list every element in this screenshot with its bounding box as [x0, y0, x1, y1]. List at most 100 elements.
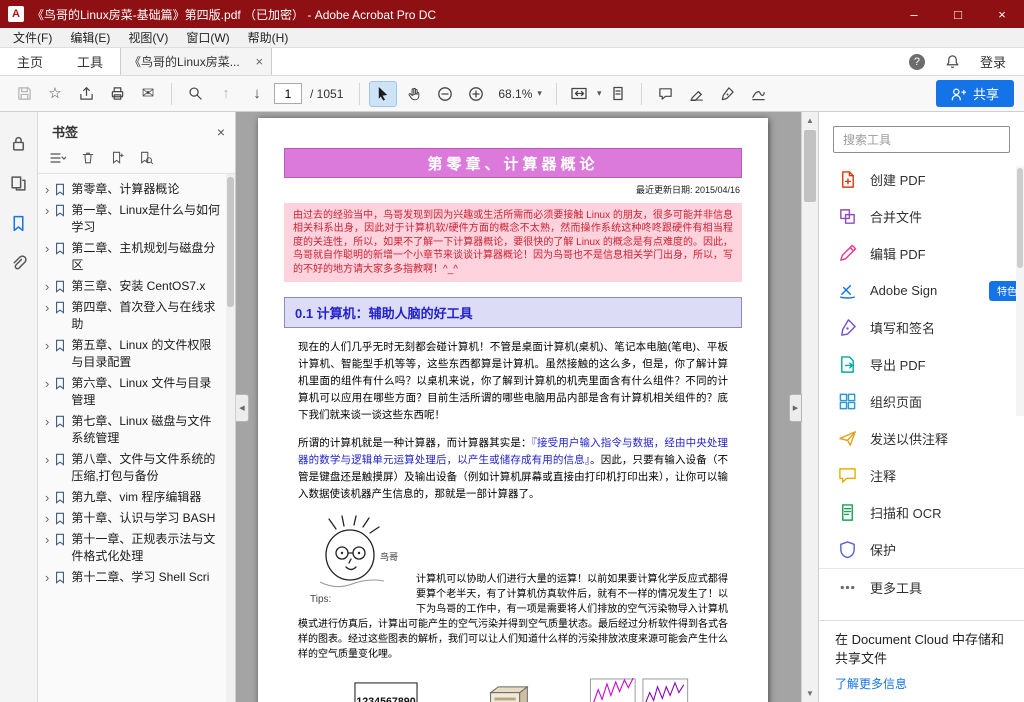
toolbar-separator: [556, 83, 557, 105]
page-thumbnails-icon[interactable]: [9, 173, 29, 193]
bookmark-item[interactable]: › 第一章、Linux是什么与如何学习: [38, 200, 225, 238]
scrollbar-thumb[interactable]: [1017, 168, 1023, 268]
tool-scan-ocr[interactable]: 扫描和 OCR: [819, 494, 1024, 531]
security-lock-icon[interactable]: [9, 133, 29, 153]
attachments-paperclip-icon[interactable]: [9, 253, 29, 273]
bookmark-item[interactable]: › 第八章、文件与文件系统的压缩,打包与备份: [38, 449, 225, 487]
bookmark-label: 第七章、Linux 磁盘与文件系统管理: [71, 413, 221, 447]
bookmark-item[interactable]: › 第九章、vim 程序编辑器: [38, 487, 225, 508]
hand-tool-icon[interactable]: [400, 81, 428, 107]
tool-send-for-comments[interactable]: 发送以供注释: [819, 420, 1024, 457]
previous-page-icon[interactable]: ↑: [212, 81, 240, 107]
scroll-down-arrow-icon[interactable]: ▼: [802, 686, 818, 701]
scrollbar-thumb[interactable]: [804, 130, 816, 202]
bookmark-item[interactable]: › 第十二章、学习 Shell Scri: [38, 567, 225, 588]
bookmark-item[interactable]: › 第四章、首次登入与在线求助: [38, 297, 225, 335]
single-page-view-icon[interactable]: [604, 81, 632, 107]
tab-tools[interactable]: 工具: [60, 48, 120, 75]
chevron-expand-icon[interactable]: ›: [45, 299, 49, 316]
scrollbar-thumb[interactable]: [227, 177, 234, 307]
bookmark-item[interactable]: › 第三章、安装 CentOS7.x: [38, 276, 225, 297]
chevron-expand-icon[interactable]: ›: [45, 413, 49, 430]
help-icon[interactable]: ?: [909, 54, 925, 70]
menu-edit[interactable]: 编辑(E): [61, 29, 119, 46]
tool-adobe-sign[interactable]: Adobe Sign 特色: [819, 272, 1024, 309]
bookmarks-scrollbar[interactable]: [226, 174, 235, 702]
bookmarks-close-icon[interactable]: ×: [217, 124, 225, 140]
menu-help[interactable]: 帮助(H): [239, 29, 298, 46]
menu-window[interactable]: 窗口(W): [177, 29, 238, 46]
menu-view[interactable]: 视图(V): [119, 29, 177, 46]
body-paragraph: 现在的人们几乎无时无刻都会碰计算机！不管是桌面计算机(桌机)、笔记本电脑(笔电)…: [298, 339, 728, 424]
bookmark-item[interactable]: › 第二章、主机规划与磁盘分区: [38, 238, 225, 276]
bookmark-item[interactable]: › 第十一章、正规表示法与文件格式化处理: [38, 529, 225, 567]
learn-more-link[interactable]: 了解更多信息: [835, 676, 907, 693]
collapse-left-panel-button[interactable]: ◀: [236, 394, 249, 422]
tool-protect[interactable]: 保护: [819, 531, 1024, 568]
sign-pen-tool-icon[interactable]: [713, 81, 741, 107]
chevron-expand-icon[interactable]: ›: [45, 510, 49, 527]
highlight-tool-icon[interactable]: [682, 81, 710, 107]
star-icon[interactable]: ☆: [41, 81, 69, 107]
bookmark-item[interactable]: › 第零章、计算器概论: [38, 179, 225, 200]
notifications-bell-icon[interactable]: [945, 54, 960, 69]
document-scrollbar[interactable]: ▲ ▼: [801, 112, 818, 702]
tool-combine-files[interactable]: 合并文件: [819, 198, 1024, 235]
tool-comment[interactable]: 注释: [819, 457, 1024, 494]
page-number-input[interactable]: [274, 83, 302, 104]
chevron-expand-icon[interactable]: ›: [45, 337, 49, 354]
delete-bookmark-trash-icon[interactable]: [81, 151, 95, 165]
maximize-button[interactable]: □: [936, 0, 980, 28]
bookmark-item[interactable]: › 第五章、Linux 的文件权限与目录配置: [38, 335, 225, 373]
tools-panel-scrollbar[interactable]: [1016, 166, 1024, 416]
comment-tool-icon[interactable]: [651, 81, 679, 107]
chevron-expand-icon[interactable]: ›: [45, 451, 49, 468]
chevron-expand-icon[interactable]: ›: [45, 202, 49, 219]
bookmark-item[interactable]: › 第七章、Linux 磁盘与文件系统管理: [38, 411, 225, 449]
save-icon[interactable]: [10, 81, 38, 107]
tool-organize-pages[interactable]: 组织页面: [819, 383, 1024, 420]
print-icon[interactable]: [103, 81, 131, 107]
chevron-expand-icon[interactable]: ›: [45, 489, 49, 506]
email-icon[interactable]: ✉: [134, 81, 162, 107]
new-bookmark-icon[interactable]: [110, 151, 124, 165]
tool-edit-pdf[interactable]: 编辑 PDF: [819, 235, 1024, 272]
tool-export-pdf[interactable]: 导出 PDF: [819, 346, 1024, 383]
tool-create-pdf[interactable]: 创建 PDF: [819, 161, 1024, 198]
document-tab[interactable]: 《鸟哥的Linux房菜... ×: [120, 48, 272, 75]
zoom-level-dropdown[interactable]: 68.1% ▾: [493, 87, 547, 101]
select-tool-icon[interactable]: [369, 81, 397, 107]
chevron-expand-icon[interactable]: ›: [45, 181, 49, 198]
bookmark-item[interactable]: › 第六章、Linux 文件与目录管理: [38, 373, 225, 411]
fit-width-dropdown-icon[interactable]: [566, 81, 594, 107]
chevron-expand-icon[interactable]: ›: [45, 569, 49, 586]
share-button[interactable]: 共享: [936, 80, 1014, 107]
chevron-down-icon[interactable]: ▾: [597, 88, 602, 99]
search-tools-input[interactable]: [833, 126, 1010, 153]
zoom-out-icon[interactable]: [431, 81, 459, 107]
tool-more-tools[interactable]: 更多工具: [819, 568, 1024, 605]
scroll-up-arrow-icon[interactable]: ▲: [802, 113, 818, 128]
close-button[interactable]: ×: [980, 0, 1024, 28]
document-tab-close-icon[interactable]: ×: [255, 54, 263, 69]
sign-in-link[interactable]: 登录: [980, 52, 1006, 71]
chevron-expand-icon[interactable]: ›: [45, 240, 49, 257]
menu-file[interactable]: 文件(F): [4, 29, 61, 46]
find-bookmark-icon[interactable]: [139, 151, 153, 165]
chevron-expand-icon[interactable]: ›: [45, 278, 49, 295]
minimize-button[interactable]: –: [892, 0, 936, 28]
bookmarks-panel-icon[interactable]: [9, 213, 29, 233]
tab-home[interactable]: 主页: [0, 48, 60, 75]
tool-fill-sign[interactable]: 填写和签名: [819, 309, 1024, 346]
next-page-icon[interactable]: ↓: [243, 81, 271, 107]
zoom-in-icon[interactable]: [462, 81, 490, 107]
share-upload-icon[interactable]: [72, 81, 100, 107]
document-area[interactable]: 第零章、计算器概论 最近更新日期: 2015/04/16 由过去的经验当中，鸟哥…: [236, 112, 818, 702]
zoom-search-icon[interactable]: [181, 81, 209, 107]
draw-tool-icon[interactable]: [744, 81, 772, 107]
chevron-expand-icon[interactable]: ›: [45, 531, 49, 548]
bookmark-options-icon[interactable]: [50, 151, 66, 165]
chevron-expand-icon[interactable]: ›: [45, 375, 49, 392]
bookmark-item[interactable]: › 第十章、认识与学习 BASH: [38, 508, 225, 529]
expand-right-panel-button[interactable]: ▶: [789, 394, 802, 422]
